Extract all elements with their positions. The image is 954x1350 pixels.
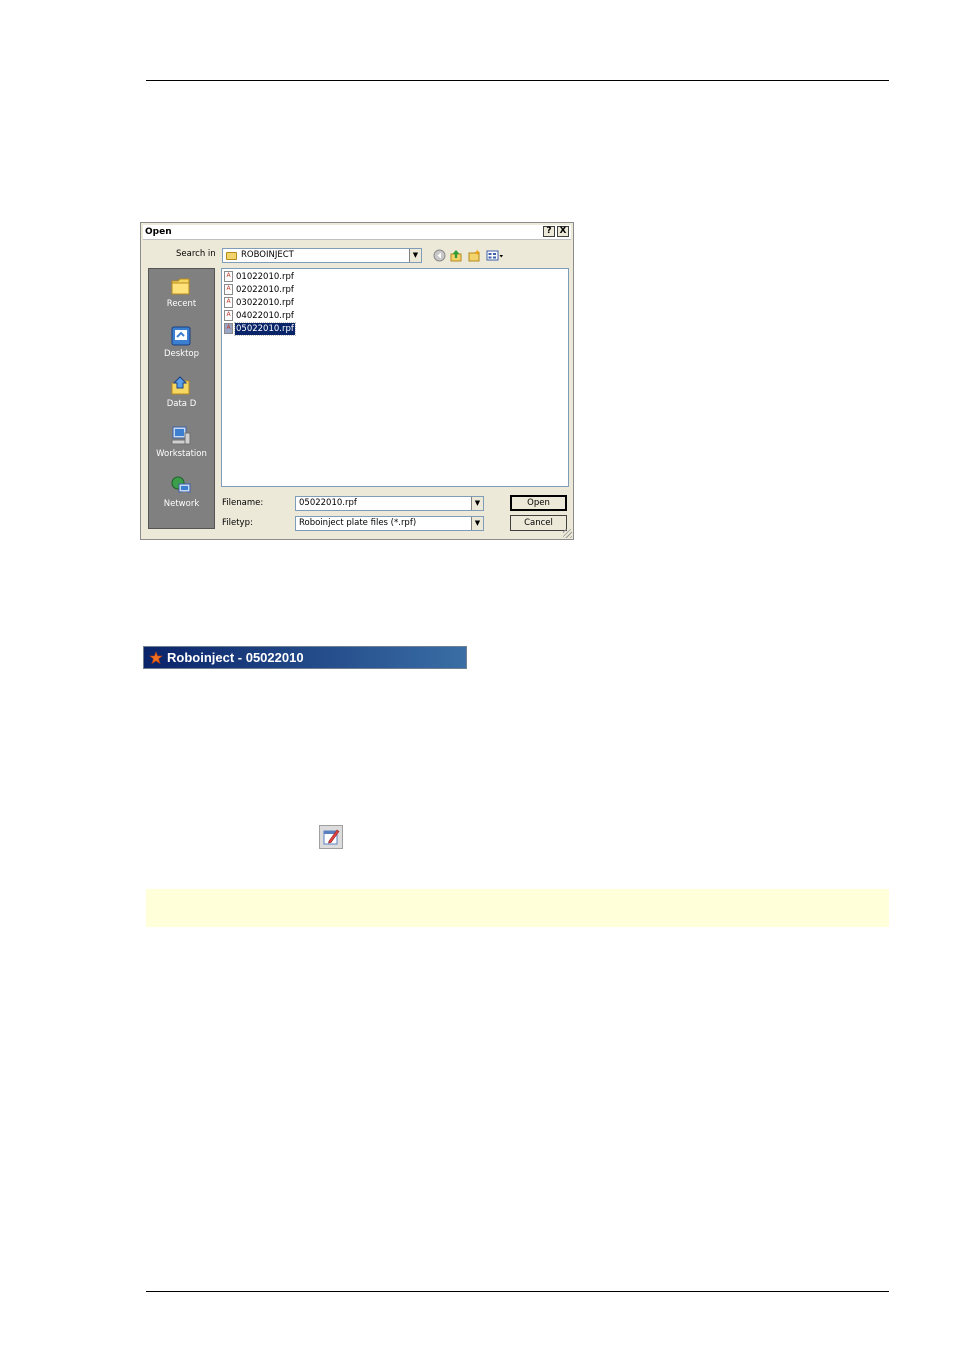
- workstation-icon: [171, 426, 191, 445]
- desktop-icon: [171, 326, 191, 346]
- edit-icon[interactable]: [319, 825, 343, 849]
- note-band: [146, 889, 889, 927]
- recent-folder-icon: [171, 278, 190, 295]
- chevron-down-icon[interactable]: ▼: [409, 249, 421, 262]
- file-list[interactable]: A 01022010.rpf A 02022010.rpf A 03022010…: [221, 268, 569, 487]
- app-titlebar: Roboinject - 05022010: [143, 646, 467, 669]
- file-name: 01022010.rpf: [236, 272, 294, 282]
- close-button[interactable]: X: [557, 226, 569, 237]
- folder-icon: [226, 252, 237, 260]
- rpf-file-icon: A: [224, 297, 233, 308]
- filetype-label: Filetyp:: [222, 518, 253, 528]
- place-network[interactable]: Network: [149, 475, 214, 521]
- place-label: Desktop: [163, 349, 200, 359]
- data-drive-icon: [171, 376, 190, 395]
- footer-rule: [146, 1291, 889, 1292]
- app-title: Roboinject - 05022010: [167, 650, 304, 665]
- rpf-file-icon: A: [224, 323, 233, 334]
- chevron-down-icon[interactable]: ▼: [471, 497, 483, 510]
- search-in-label: Search in: [176, 249, 216, 259]
- place-label: Network: [163, 499, 200, 509]
- place-recent[interactable]: Recent: [149, 275, 214, 321]
- filetype-combo[interactable]: Roboinject plate files (*.rpf) ▼: [295, 516, 484, 531]
- rpf-file-icon: A: [224, 284, 233, 295]
- place-data-d[interactable]: Data D: [149, 375, 214, 421]
- search-in-combo[interactable]: ROBOINJECT ▼: [222, 248, 422, 263]
- cancel-button[interactable]: Cancel: [510, 515, 567, 531]
- places-bar: Recent Desktop Data D Workstation Networ…: [148, 268, 215, 529]
- place-workstation[interactable]: Workstation: [149, 425, 214, 471]
- open-button[interactable]: Open: [510, 495, 567, 511]
- resize-grip[interactable]: [563, 529, 572, 538]
- filename-value: 05022010.rpf: [299, 498, 357, 508]
- chevron-down-icon[interactable]: ▼: [471, 517, 483, 530]
- place-label: Data D: [166, 399, 197, 409]
- dialog-titlebar: Open ? X: [143, 225, 571, 240]
- file-name: 04022010.rpf: [236, 311, 294, 321]
- place-desktop[interactable]: Desktop: [149, 325, 214, 371]
- network-icon: [171, 476, 191, 495]
- filetype-value: Roboinject plate files (*.rpf): [299, 518, 417, 528]
- back-icon[interactable]: [433, 249, 446, 262]
- up-folder-icon[interactable]: [450, 249, 463, 262]
- new-folder-icon[interactable]: [468, 249, 481, 262]
- open-dialog: Open ? X Search in ROBOINJECT ▼ Recent D…: [140, 222, 574, 540]
- search-in-value: ROBOINJECT: [241, 250, 294, 260]
- header-rule: [146, 80, 889, 81]
- filename-combo[interactable]: 05022010.rpf ▼: [295, 496, 484, 511]
- file-name: 03022010.rpf: [236, 298, 294, 308]
- rpf-file-icon: A: [224, 271, 233, 282]
- filename-label: Filename:: [222, 498, 264, 508]
- view-menu-icon[interactable]: [486, 249, 504, 262]
- rpf-file-icon: A: [224, 310, 233, 321]
- place-label: Workstation: [156, 449, 207, 459]
- place-label: Recent: [166, 299, 197, 309]
- edit-pencil-icon: [323, 829, 340, 845]
- roboinject-logo-icon: [149, 651, 163, 665]
- file-name: 05022010.rpf: [234, 322, 296, 336]
- help-button[interactable]: ?: [543, 226, 555, 237]
- file-name: 02022010.rpf: [236, 285, 294, 295]
- dialog-title: Open: [145, 227, 172, 237]
